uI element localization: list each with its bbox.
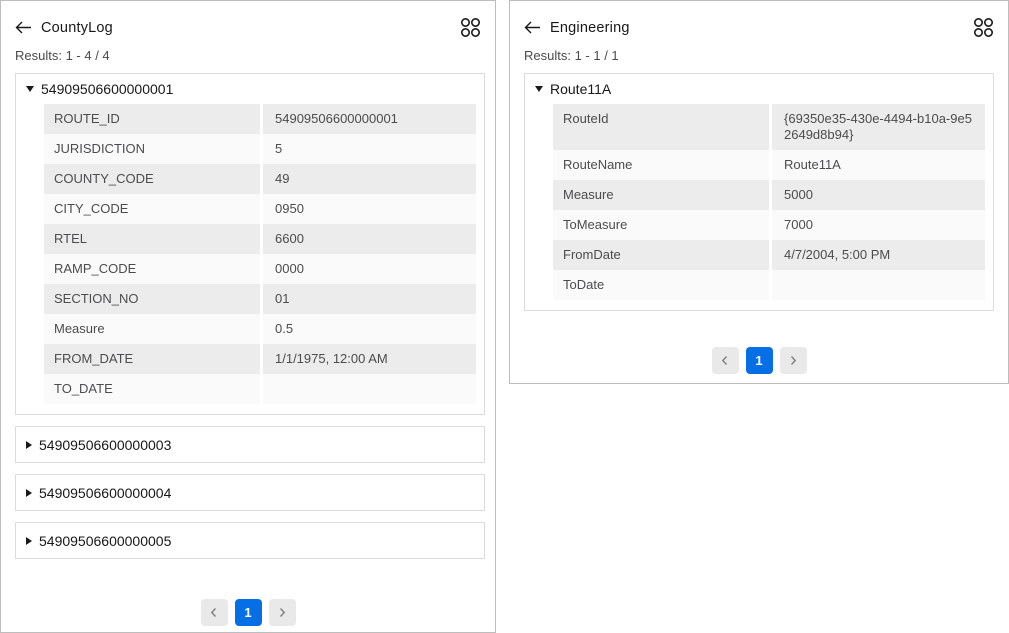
attribute-label: ToDate bbox=[553, 270, 769, 300]
back-arrow-icon bbox=[524, 21, 541, 34]
prev-page-button[interactable] bbox=[712, 347, 739, 374]
table-row: Measure5000 bbox=[553, 180, 985, 210]
attribute-value: 01 bbox=[260, 284, 476, 314]
table-row: ToDate bbox=[553, 270, 985, 300]
grid-icon bbox=[973, 17, 994, 38]
attribute-table: RouteId{69350e35-430e-4494-b10a-9e52649d… bbox=[553, 104, 985, 300]
caret-down-icon bbox=[26, 86, 34, 92]
attribute-value: 0.5 bbox=[260, 314, 476, 344]
pagination: 1 bbox=[510, 347, 1008, 374]
attribute-label: TO_DATE bbox=[44, 374, 260, 404]
back-button[interactable] bbox=[15, 21, 32, 34]
attribute-label: SECTION_NO bbox=[44, 284, 260, 314]
attribute-label: Measure bbox=[44, 314, 260, 344]
attribute-value: 49 bbox=[260, 164, 476, 194]
feature-card: 54909506600000004 bbox=[15, 474, 485, 511]
chevron-right-icon bbox=[277, 607, 287, 618]
engineering-panel: Engineering Results: 1 - 1 / 1 Route11A … bbox=[509, 0, 1009, 384]
attribute-label: RouteId bbox=[553, 104, 769, 150]
attribute-value: 4/7/2004, 5:00 PM bbox=[769, 240, 985, 270]
attribute-label: RAMP_CODE bbox=[44, 254, 260, 284]
attribute-table: ROUTE_ID54909506600000001 JURISDICTION5 … bbox=[44, 104, 476, 404]
feature-header-collapsed[interactable]: 54909506600000005 bbox=[16, 523, 484, 558]
feature-title: 54909506600000005 bbox=[39, 533, 171, 549]
caret-down-icon bbox=[535, 86, 543, 92]
attribute-value: 7000 bbox=[769, 210, 985, 240]
page-title: CountyLog bbox=[41, 20, 113, 36]
pagination: 1 bbox=[1, 599, 495, 626]
caret-right-icon bbox=[26, 537, 32, 545]
attribute-value: 5000 bbox=[769, 180, 985, 210]
feature-title: Route11A bbox=[550, 81, 611, 97]
feature-header-collapsed[interactable]: 54909506600000004 bbox=[16, 475, 484, 510]
results-count: Results: 1 - 1 / 1 bbox=[510, 38, 1008, 63]
chevron-right-icon bbox=[788, 355, 798, 366]
attribute-value: 5 bbox=[260, 134, 476, 164]
feature-header-expanded[interactable]: 54909506600000001 bbox=[16, 74, 484, 104]
table-row: RouteNameRoute11A bbox=[553, 150, 985, 180]
table-row: Measure0.5 bbox=[44, 314, 476, 344]
table-row: RAMP_CODE0000 bbox=[44, 254, 476, 284]
attribute-value: {69350e35-430e-4494-b10a-9e52649d8b94} bbox=[769, 104, 985, 150]
results-count: Results: 1 - 4 / 4 bbox=[1, 38, 495, 63]
attribute-label: ROUTE_ID bbox=[44, 104, 260, 134]
feature-card: 54909506600000003 bbox=[15, 426, 485, 463]
grid-icon bbox=[460, 17, 481, 38]
back-button[interactable] bbox=[524, 21, 541, 34]
table-row: ToMeasure7000 bbox=[553, 210, 985, 240]
next-page-button[interactable] bbox=[269, 599, 296, 626]
next-page-button[interactable] bbox=[780, 347, 807, 374]
caret-right-icon bbox=[26, 489, 32, 497]
attribute-value: Route11A bbox=[769, 150, 985, 180]
feature-title: 54909506600000001 bbox=[41, 81, 173, 97]
table-row: ROUTE_ID54909506600000001 bbox=[44, 104, 476, 134]
caret-right-icon bbox=[26, 441, 32, 449]
table-row: RouteId{69350e35-430e-4494-b10a-9e52649d… bbox=[553, 104, 985, 150]
attribute-value: 0000 bbox=[260, 254, 476, 284]
table-row: CITY_CODE0950 bbox=[44, 194, 476, 224]
actions-grid-button[interactable] bbox=[973, 17, 994, 38]
attribute-label: RTEL bbox=[44, 224, 260, 254]
attribute-value bbox=[260, 374, 476, 404]
attribute-label: RouteName bbox=[553, 150, 769, 180]
attribute-value: 54909506600000001 bbox=[260, 104, 476, 134]
page-number-button[interactable]: 1 bbox=[746, 347, 773, 374]
attribute-value: 1/1/1975, 12:00 AM bbox=[260, 344, 476, 374]
feature-card: Route11A RouteId{69350e35-430e-4494-b10a… bbox=[524, 73, 994, 311]
attribute-label: Measure bbox=[553, 180, 769, 210]
page-number-button[interactable]: 1 bbox=[235, 599, 262, 626]
panel-header: Engineering bbox=[510, 1, 1008, 38]
table-row: RTEL6600 bbox=[44, 224, 476, 254]
attribute-label: CITY_CODE bbox=[44, 194, 260, 224]
countylog-panel: CountyLog Results: 1 - 4 / 4 54909506600… bbox=[0, 0, 496, 633]
table-row: FromDate4/7/2004, 5:00 PM bbox=[553, 240, 985, 270]
chevron-left-icon bbox=[720, 355, 730, 366]
feature-header-expanded[interactable]: Route11A bbox=[525, 74, 993, 104]
attribute-label: JURISDICTION bbox=[44, 134, 260, 164]
feature-card: 54909506600000001 ROUTE_ID54909506600000… bbox=[15, 73, 485, 415]
table-row: COUNTY_CODE49 bbox=[44, 164, 476, 194]
attribute-label: ToMeasure bbox=[553, 210, 769, 240]
prev-page-button[interactable] bbox=[201, 599, 228, 626]
feature-header-collapsed[interactable]: 54909506600000003 bbox=[16, 427, 484, 462]
table-row: TO_DATE bbox=[44, 374, 476, 404]
page-title: Engineering bbox=[550, 20, 630, 36]
attribute-label: FROM_DATE bbox=[44, 344, 260, 374]
actions-grid-button[interactable] bbox=[460, 17, 481, 38]
table-row: SECTION_NO01 bbox=[44, 284, 476, 314]
attribute-value bbox=[769, 270, 985, 300]
feature-title: 54909506600000004 bbox=[39, 485, 171, 501]
attribute-value: 6600 bbox=[260, 224, 476, 254]
feature-card: 54909506600000005 bbox=[15, 522, 485, 559]
attribute-label: FromDate bbox=[553, 240, 769, 270]
panel-header: CountyLog bbox=[1, 1, 495, 38]
table-row: JURISDICTION5 bbox=[44, 134, 476, 164]
back-arrow-icon bbox=[15, 21, 32, 34]
attribute-label: COUNTY_CODE bbox=[44, 164, 260, 194]
chevron-left-icon bbox=[209, 607, 219, 618]
attribute-value: 0950 bbox=[260, 194, 476, 224]
feature-title: 54909506600000003 bbox=[39, 437, 171, 453]
table-row: FROM_DATE1/1/1975, 12:00 AM bbox=[44, 344, 476, 374]
